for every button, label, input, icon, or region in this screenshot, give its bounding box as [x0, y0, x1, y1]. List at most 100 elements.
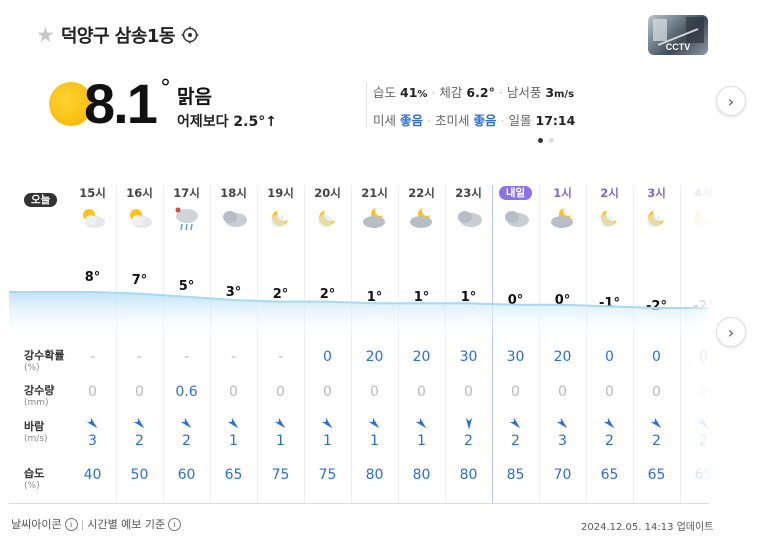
hour-label: 15시: [79, 186, 106, 200]
hour-label: 3시: [647, 186, 666, 200]
column-divider: [539, 185, 540, 503]
pager-dot-active[interactable]: [538, 138, 543, 143]
wind-direction-icon: [539, 417, 586, 431]
feels-label: 체감: [439, 85, 463, 100]
wind-speed: 1: [229, 433, 238, 449]
moon-icon: [586, 206, 633, 230]
precip-probability: 20: [412, 349, 431, 365]
humidity-value: 80: [365, 467, 384, 483]
precip-probability: 20: [365, 349, 384, 365]
sunset-label: 일몰: [508, 113, 532, 128]
precip-amount: 0: [323, 384, 332, 400]
feels-value: 6.2°: [466, 85, 495, 100]
cctv-label: CCTV: [665, 42, 691, 52]
partly-cloudy-moon-icon: [351, 206, 398, 230]
precip-probability: 20: [553, 349, 572, 365]
wind-speed: 1: [323, 433, 332, 449]
pager-dot[interactable]: [549, 138, 554, 143]
moon-icon: [257, 206, 304, 230]
weather-summary-line1: 습도 41% · 체감 6.2° · 남서풍 3m/s: [373, 85, 575, 100]
humidity-value: 75: [318, 467, 337, 483]
precip-amount: 0: [558, 384, 567, 400]
wind-speed: 2: [182, 433, 191, 449]
info-icon[interactable]: i: [168, 517, 182, 531]
wind-direction-icon: [633, 417, 680, 431]
precip-probability: -: [136, 349, 143, 365]
location-header: ★ 덕양구 삼송1동: [36, 22, 199, 48]
humidity-value: 85: [506, 467, 525, 483]
precip-probability: 0: [605, 349, 614, 365]
footer-info: 날씨아이콘 i | 시간별 예보 기준 i: [11, 516, 182, 532]
precip-amount: 0: [464, 384, 473, 400]
carousel-pager[interactable]: [538, 138, 554, 143]
humidity-value: 75: [271, 467, 290, 483]
yesterday-comparison: 어제보다 2.5°↑: [177, 114, 277, 130]
fine-dust-label: 초미세: [435, 113, 470, 128]
humidity-value: 50: [130, 467, 149, 483]
precip-probability: -: [277, 349, 284, 365]
wind-speed: 3: [558, 433, 567, 449]
chevron-right-icon: ›: [727, 322, 735, 342]
temperature-graph: [9, 291, 709, 335]
day-divider: [492, 185, 493, 503]
wind-direction-icon: [116, 417, 163, 431]
wind-speed: 3: [88, 433, 97, 449]
scroll-hourly-right-button[interactable]: ›: [716, 317, 746, 347]
moon-icon: [304, 206, 351, 230]
humidity-value: 65: [224, 467, 243, 483]
weather-icon-guide-link[interactable]: 날씨아이콘: [11, 516, 62, 532]
wind-direction-icon: [586, 417, 633, 431]
hour-label: 1시: [553, 186, 572, 200]
tomorrow-pill: 내일: [498, 186, 533, 200]
column-divider: [586, 185, 587, 503]
today-label: 오늘: [24, 188, 58, 207]
precip-probability: 0: [323, 349, 332, 365]
wind-direction-icon: [69, 417, 116, 431]
precip-amount: 0: [370, 384, 379, 400]
hour-label: 16시: [126, 186, 153, 200]
column-divider: [116, 185, 117, 503]
divider: [366, 82, 367, 128]
sunset-value: 17:14: [535, 113, 576, 128]
hour-label: 2시: [600, 186, 619, 200]
cloudy-icon: [445, 206, 492, 230]
humidity-value: 65: [600, 467, 619, 483]
wind-direction-icon: [210, 417, 257, 431]
precip-amount: 0: [417, 384, 426, 400]
partly-cloudy-moon-icon: [539, 206, 586, 230]
forecast-basis-link[interactable]: 시간별 예보 기준: [87, 516, 165, 532]
wind-speed: 2: [605, 433, 614, 449]
wind-speed: 1: [417, 433, 426, 449]
next-panel-button[interactable]: ›: [716, 86, 746, 116]
humidity-value: 80: [459, 467, 478, 483]
hour-label: 19시: [267, 186, 294, 200]
info-icon[interactable]: i: [64, 517, 78, 531]
hour-label: 22시: [408, 186, 435, 200]
precip-amount: 0: [605, 384, 614, 400]
wind-direction-icon: [351, 417, 398, 431]
dust-label: 미세: [373, 113, 397, 128]
column-divider: [210, 185, 211, 503]
precip-probability: -: [230, 349, 237, 365]
wind-value: 3: [545, 85, 555, 100]
row-label-precip-prob: 강수확률 (%): [24, 349, 65, 373]
row-label-humidity: 습도 (%): [24, 467, 45, 491]
wind-speed: 2: [511, 433, 520, 449]
cctv-button[interactable]: CCTV: [648, 15, 708, 55]
moon-icon: [633, 206, 680, 230]
precip-amount: 0: [229, 384, 238, 400]
wind-direction-icon: [163, 417, 210, 431]
current-location-icon[interactable]: [181, 26, 199, 44]
row-label-precip: 강수량 (mm): [24, 384, 55, 408]
partly-cloudy-sun-icon: [116, 206, 163, 230]
current-temperature: 8.1: [84, 72, 158, 135]
rain-cloud-icon: [163, 206, 210, 232]
column-divider: [633, 185, 634, 503]
humidity-value: 65: [647, 467, 666, 483]
column-divider: [304, 185, 305, 503]
favorite-star-icon[interactable]: ★: [36, 24, 55, 46]
precip-amount: 0: [652, 384, 661, 400]
wind-direction-icon: [304, 417, 351, 431]
weather-condition: 맑음: [177, 86, 212, 108]
weather-summary-line2: 미세 좋음 · 초미세 좋음 · 일몰 17:14: [373, 113, 576, 128]
